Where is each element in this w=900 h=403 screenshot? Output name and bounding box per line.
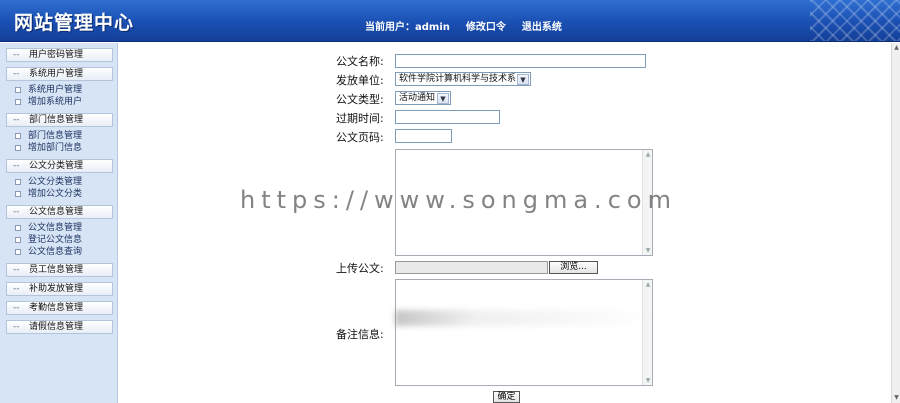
sidebar-item-label: 增加公文分类: [28, 189, 83, 199]
sidebar-group-label: 补助发放管理: [29, 284, 84, 294]
bullet-icon: [15, 191, 21, 197]
bullet-icon: [15, 133, 21, 139]
bullet-icon: [15, 225, 21, 231]
dash-icon: --: [13, 161, 20, 171]
sidebar-item-departments-manage[interactable]: 部门信息管理: [0, 130, 117, 142]
remark-label: 备注信息:: [336, 328, 384, 341]
sidebar-group-departments[interactable]: -- 部门信息管理: [6, 113, 113, 127]
sidebar-group-doc-categories[interactable]: -- 公文分类管理: [6, 159, 113, 173]
type-select[interactable]: 活动通知 ▼: [395, 91, 451, 105]
watermark-text: https://www.songma.com: [240, 186, 677, 214]
title-input[interactable]: [395, 54, 646, 68]
change-password-link[interactable]: 修改口令: [466, 18, 506, 33]
sidebar-item-add-doc-category[interactable]: 增加公文分类: [0, 188, 117, 200]
remark-textarea[interactable]: ▲ ▼: [395, 279, 653, 386]
sidebar-item-label: 增加系统用户: [28, 97, 83, 107]
dash-icon: --: [13, 265, 20, 275]
dash-icon: --: [13, 322, 20, 332]
sidebar-group-label: 员工信息管理: [29, 265, 84, 275]
sidebar: -- 用户密码管理 -- 系统用户管理 系统用户管理 增加系统用户 -- 部门信息管理…: [0, 43, 118, 403]
file-path-box[interactable]: [395, 261, 548, 274]
arrow-up-icon[interactable]: ▲: [893, 44, 900, 52]
header-decoration: [810, 0, 900, 41]
unit-select-value: 软件学院计算机科学与技术系: [399, 74, 517, 84]
sidebar-group-leave[interactable]: -- 请假信息管理: [6, 320, 113, 334]
app-header: 网站管理中心 当前用户：admin 修改口令 退出系统: [0, 0, 900, 42]
chevron-down-icon: ▼: [517, 74, 529, 85]
dash-icon: --: [13, 115, 20, 125]
dash-icon: --: [13, 303, 20, 313]
chevron-down-icon: ▼: [437, 93, 449, 104]
sidebar-item-add-system-user[interactable]: 增加系统用户: [0, 96, 117, 108]
expire-label: 过期时间:: [336, 112, 384, 125]
sidebar-group-label: 公文分类管理: [29, 161, 84, 171]
arrow-up-icon: ▲: [645, 281, 651, 288]
browse-button[interactable]: 浏览...: [549, 261, 598, 274]
top-nav: 当前用户：admin 修改口令 退出系统: [365, 18, 562, 33]
current-user-label: 当前用户：: [365, 22, 415, 33]
logout-link[interactable]: 退出系统: [522, 18, 562, 33]
pages-input[interactable]: [395, 129, 452, 143]
bullet-icon: [15, 87, 21, 93]
sidebar-item-label: 公文信息管理: [28, 223, 83, 233]
sidebar-item-doc-search[interactable]: 公文信息查询: [0, 246, 117, 258]
sidebar-group-label: 公文信息管理: [29, 207, 84, 217]
sidebar-group-user-password[interactable]: -- 用户密码管理: [6, 48, 113, 62]
sidebar-item-label: 公文信息查询: [28, 247, 83, 257]
sidebar-item-label: 系统用户管理: [28, 85, 83, 95]
sidebar-item-doc-info-manage[interactable]: 公文信息管理: [0, 222, 117, 234]
sidebar-group-label: 考勤信息管理: [29, 303, 84, 313]
sidebar-group-subsidies[interactable]: -- 补助发放管理: [6, 282, 113, 296]
current-user: 当前用户：admin: [365, 18, 450, 33]
unit-label: 发放单位:: [336, 74, 384, 87]
upload-label: 上传公文:: [336, 262, 384, 275]
site-logo: 网站管理中心: [14, 12, 135, 34]
sidebar-group-label: 系统用户管理: [29, 69, 84, 79]
submit-button[interactable]: 确定: [493, 391, 520, 403]
sidebar-group-employees[interactable]: -- 员工信息管理: [6, 263, 113, 277]
arrow-down-icon[interactable]: ▼: [893, 394, 900, 402]
type-label: 公文类型:: [336, 93, 384, 106]
sidebar-item-register-doc[interactable]: 登记公文信息: [0, 234, 117, 246]
bullet-icon: [15, 179, 21, 185]
arrow-down-icon: ▼: [645, 247, 651, 254]
page-scrollbar[interactable]: ▲ ▼: [891, 43, 900, 403]
sidebar-group-label: 用户密码管理: [29, 50, 84, 60]
arrow-down-icon: ▼: [645, 377, 651, 384]
expire-input[interactable]: [395, 110, 500, 124]
sidebar-item-system-users-manage[interactable]: 系统用户管理: [0, 84, 117, 96]
sidebar-group-system-users[interactable]: -- 系统用户管理: [6, 67, 113, 81]
current-user-name: admin: [415, 22, 450, 33]
type-select-value: 活动通知: [399, 93, 436, 103]
sidebar-group-label: 请假信息管理: [29, 322, 84, 332]
title-label: 公文名称:: [336, 55, 384, 68]
sidebar-item-doc-categories-manage[interactable]: 公文分类管理: [0, 176, 117, 188]
dash-icon: --: [13, 207, 20, 217]
dash-icon: --: [13, 284, 20, 294]
bullet-icon: [15, 145, 21, 151]
sidebar-item-label: 增加部门信息: [28, 143, 83, 153]
dash-icon: --: [13, 69, 20, 79]
bullet-icon: [15, 99, 21, 105]
pages-label: 公文页码:: [336, 131, 384, 144]
bullet-icon: [15, 249, 21, 255]
sidebar-item-label: 部门信息管理: [28, 131, 83, 141]
blurred-region: [395, 310, 655, 326]
arrow-up-icon: ▲: [645, 151, 651, 158]
textarea-scrollbar[interactable]: ▲ ▼: [642, 280, 652, 385]
bullet-icon: [15, 237, 21, 243]
unit-select[interactable]: 软件学院计算机科学与技术系 ▼: [395, 72, 531, 86]
sidebar-item-label: 登记公文信息: [28, 235, 83, 245]
sidebar-group-label: 部门信息管理: [29, 115, 84, 125]
sidebar-item-add-department[interactable]: 增加部门信息: [0, 142, 117, 154]
sidebar-group-attendance[interactable]: -- 考勤信息管理: [6, 301, 113, 315]
dash-icon: --: [13, 50, 20, 60]
sidebar-item-label: 公文分类管理: [28, 177, 83, 187]
sidebar-group-doc-info[interactable]: -- 公文信息管理: [6, 205, 113, 219]
